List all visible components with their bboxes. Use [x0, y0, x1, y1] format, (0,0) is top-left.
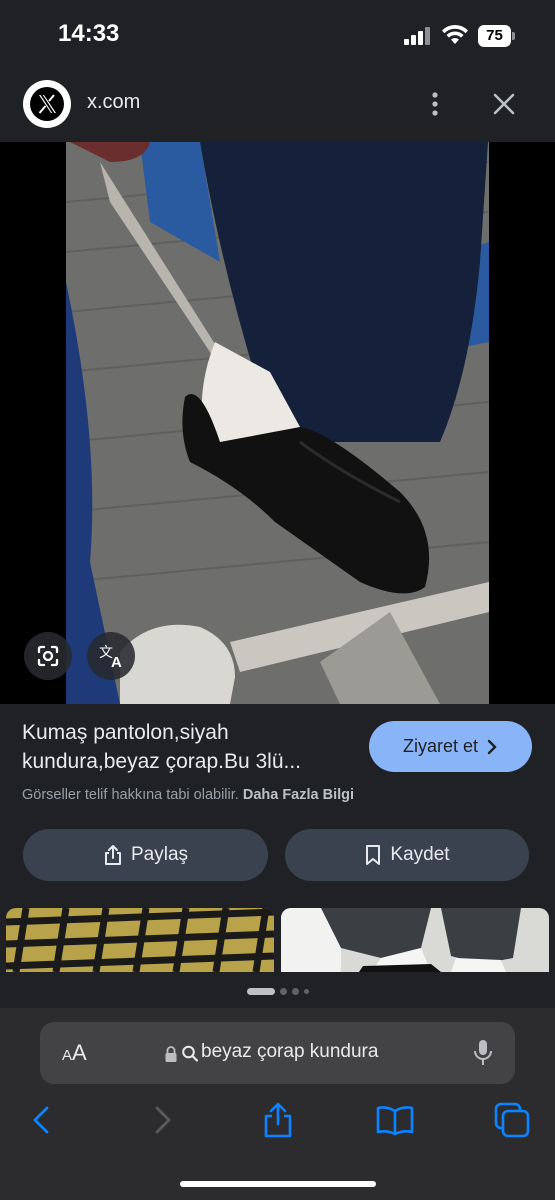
image-title[interactable]: Kumaş pantolon,siyah kundura,beyaz çorap…: [22, 718, 352, 776]
result-image[interactable]: [0, 142, 555, 704]
microphone-icon[interactable]: [471, 1038, 495, 1068]
page-dot: [291, 987, 299, 995]
wifi-icon: [442, 24, 468, 44]
battery-level: 75: [486, 27, 503, 44]
page-dot-active: [246, 987, 275, 995]
copyright-text: Görseller telif hakkına tabi olabilir.: [22, 787, 239, 803]
status-time: 14:33: [58, 20, 120, 47]
share-icon: [104, 845, 121, 865]
share-button-label: Paylaş: [130, 844, 189, 865]
close-icon[interactable]: [488, 88, 520, 120]
translate-button[interactable]: 文 A: [87, 632, 135, 680]
tabs-icon[interactable]: [492, 1100, 532, 1140]
back-icon[interactable]: [22, 1100, 62, 1140]
page-dot: [279, 987, 287, 995]
more-info-link[interactable]: Daha Fazla Bilgi: [243, 787, 354, 803]
share-button[interactable]: Paylaş: [23, 829, 268, 881]
visit-button[interactable]: Ziyaret et: [369, 721, 532, 772]
lens-icon: [37, 645, 59, 667]
forward-icon[interactable]: [142, 1100, 182, 1140]
share-page-icon[interactable]: [258, 1100, 298, 1140]
home-indicator: [180, 1181, 376, 1187]
aa-large-label: A: [72, 1040, 87, 1065]
save-button[interactable]: Kaydet: [285, 829, 529, 881]
aa-small-label: A: [62, 1047, 73, 1064]
address-text[interactable]: beyaz çorap kundura: [201, 1041, 378, 1063]
page-settings-button[interactable]: AA: [62, 1040, 87, 1066]
save-button-label: Kaydet: [390, 844, 450, 865]
copyright-note: Görseller telif hakkına tabi olabilir. D…: [22, 787, 354, 803]
lens-search-button[interactable]: [24, 632, 72, 680]
more-options-icon[interactable]: [420, 88, 450, 120]
page-dot: [303, 988, 309, 994]
related-image-thumbnail[interactable]: [6, 908, 274, 972]
bookmarks-icon[interactable]: [375, 1100, 415, 1140]
chevron-right-icon: [487, 739, 497, 754]
pagination-dots: [0, 974, 555, 1008]
translate-icon: 文 A: [99, 645, 122, 671]
battery-icon: 75: [478, 25, 516, 47]
bookmark-icon: [366, 845, 381, 865]
related-image-thumbnail[interactable]: [281, 908, 549, 972]
svg-text:A: A: [111, 654, 122, 671]
search-icon: [182, 1045, 199, 1062]
source-site-name[interactable]: x.com: [87, 91, 140, 114]
lock-icon: [165, 1046, 177, 1062]
visit-button-label: Ziyaret et: [402, 736, 479, 756]
x-logo-icon[interactable]: [23, 80, 71, 128]
cellular-signal-icon: [404, 27, 430, 45]
source-header: [0, 72, 555, 142]
